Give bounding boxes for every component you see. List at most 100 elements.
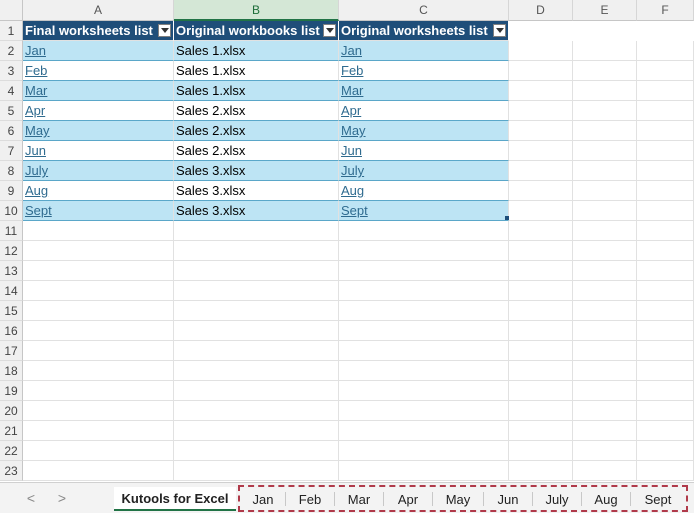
- table-cell[interactable]: Sales 3.xlsx: [174, 201, 339, 221]
- grid-cell[interactable]: [573, 261, 637, 281]
- sheet-hyperlink[interactable]: May: [341, 123, 366, 138]
- row-header[interactable]: 12: [0, 241, 23, 261]
- filter-dropdown-icon[interactable]: [323, 24, 336, 37]
- grid-cell[interactable]: [573, 441, 637, 461]
- column-header-d[interactable]: D: [509, 0, 573, 21]
- grid-cell[interactable]: [339, 341, 509, 361]
- table-cell[interactable]: Jun: [339, 141, 509, 161]
- grid-cell[interactable]: [339, 461, 509, 481]
- tab-sheet-may[interactable]: May: [434, 487, 482, 511]
- sheet-hyperlink[interactable]: July: [25, 163, 48, 178]
- table-cell[interactable]: May: [23, 121, 174, 141]
- grid-cell[interactable]: [637, 121, 694, 141]
- grid-cell[interactable]: [573, 41, 637, 61]
- table-header-original-workbooks[interactable]: Original workbooks list: [174, 21, 339, 41]
- grid-cell[interactable]: [509, 401, 573, 421]
- row-header[interactable]: 4: [0, 81, 23, 101]
- row-header[interactable]: 21: [0, 421, 23, 441]
- grid-cell[interactable]: [339, 421, 509, 441]
- grid-cell[interactable]: [509, 161, 573, 181]
- row-header[interactable]: 1: [0, 21, 23, 41]
- grid-cell[interactable]: [23, 461, 174, 481]
- tab-sheet-aug[interactable]: Aug: [583, 487, 629, 511]
- tab-sheet-jun[interactable]: Jun: [485, 487, 531, 511]
- grid-cell[interactable]: [23, 221, 174, 241]
- table-cell[interactable]: Jun: [23, 141, 174, 161]
- grid-cell[interactable]: [23, 441, 174, 461]
- grid-cell[interactable]: [637, 41, 694, 61]
- sheet-hyperlink[interactable]: Mar: [341, 83, 363, 98]
- tab-sheet-mar[interactable]: Mar: [336, 487, 382, 511]
- grid-cell[interactable]: [637, 61, 694, 81]
- grid-cell[interactable]: [23, 401, 174, 421]
- row-header[interactable]: 23: [0, 461, 23, 481]
- grid-cell[interactable]: [339, 221, 509, 241]
- grid-cell[interactable]: [509, 241, 573, 261]
- grid-cell[interactable]: [637, 301, 694, 321]
- grid-cell[interactable]: [174, 341, 339, 361]
- column-header-c[interactable]: C: [339, 0, 509, 21]
- grid-cell[interactable]: [637, 361, 694, 381]
- grid-cell[interactable]: [573, 81, 637, 101]
- table-cell[interactable]: Sales 2.xlsx: [174, 121, 339, 141]
- grid-cell[interactable]: [339, 361, 509, 381]
- grid-cell[interactable]: [339, 241, 509, 261]
- table-cell[interactable]: Feb: [339, 61, 509, 81]
- grid-cell[interactable]: [23, 361, 174, 381]
- grid-cell[interactable]: [637, 141, 694, 161]
- tab-sheet-july[interactable]: July: [534, 487, 580, 511]
- grid-cell[interactable]: [339, 321, 509, 341]
- grid-cell[interactable]: [509, 301, 573, 321]
- row-header[interactable]: 6: [0, 121, 23, 141]
- grid-cell[interactable]: [573, 181, 637, 201]
- next-sheet-arrow-icon[interactable]: >: [55, 490, 69, 506]
- grid-cell[interactable]: [573, 401, 637, 421]
- grid-cell[interactable]: [637, 241, 694, 261]
- grid-cell[interactable]: [23, 421, 174, 441]
- table-cell[interactable]: Sept: [23, 201, 174, 221]
- filter-dropdown-icon[interactable]: [493, 24, 506, 37]
- sheet-hyperlink[interactable]: Aug: [341, 183, 364, 198]
- grid-cell[interactable]: [23, 261, 174, 281]
- table-header-original-worksheets[interactable]: Original worksheets list: [339, 21, 509, 41]
- grid-cell[interactable]: [573, 341, 637, 361]
- grid-cell[interactable]: [339, 401, 509, 421]
- grid-cell[interactable]: [23, 301, 174, 321]
- grid-cell[interactable]: [23, 321, 174, 341]
- sheet-hyperlink[interactable]: Feb: [341, 63, 363, 78]
- grid-cell[interactable]: [573, 321, 637, 341]
- tab-sheet-feb[interactable]: Feb: [287, 487, 333, 511]
- row-header[interactable]: 14: [0, 281, 23, 301]
- table-cell[interactable]: Apr: [23, 101, 174, 121]
- sheet-hyperlink[interactable]: Mar: [25, 83, 47, 98]
- table-cell[interactable]: Sales 2.xlsx: [174, 141, 339, 161]
- grid-cell[interactable]: [174, 301, 339, 321]
- sheet-hyperlink[interactable]: Sept: [25, 203, 52, 218]
- grid-cell[interactable]: [573, 61, 637, 81]
- sheet-hyperlink[interactable]: Jan: [25, 43, 46, 58]
- sheet-hyperlink[interactable]: Sept: [341, 203, 368, 218]
- row-header[interactable]: 16: [0, 321, 23, 341]
- grid-cell[interactable]: [509, 321, 573, 341]
- grid-cell[interactable]: [509, 281, 573, 301]
- grid-cell[interactable]: [339, 441, 509, 461]
- grid-cell[interactable]: [509, 421, 573, 441]
- grid-cell[interactable]: [174, 281, 339, 301]
- row-header[interactable]: 19: [0, 381, 23, 401]
- row-header[interactable]: 3: [0, 61, 23, 81]
- column-header-f[interactable]: F: [637, 0, 694, 21]
- tab-kutools-for-excel[interactable]: Kutools for Excel: [114, 487, 236, 511]
- table-header-final-worksheets[interactable]: Final worksheets list: [23, 21, 174, 41]
- grid-cell[interactable]: [573, 381, 637, 401]
- grid-cell[interactable]: [573, 161, 637, 181]
- grid-cell[interactable]: [573, 301, 637, 321]
- row-header[interactable]: 7: [0, 141, 23, 161]
- sheet-hyperlink[interactable]: Apr: [25, 103, 45, 118]
- sheet-hyperlink[interactable]: Jun: [341, 143, 362, 158]
- table-cell[interactable]: Sales 1.xlsx: [174, 81, 339, 101]
- grid-cell[interactable]: [174, 401, 339, 421]
- row-header[interactable]: 2: [0, 41, 23, 61]
- row-header[interactable]: 18: [0, 361, 23, 381]
- grid-cell[interactable]: [509, 201, 573, 221]
- grid-cell[interactable]: [637, 81, 694, 101]
